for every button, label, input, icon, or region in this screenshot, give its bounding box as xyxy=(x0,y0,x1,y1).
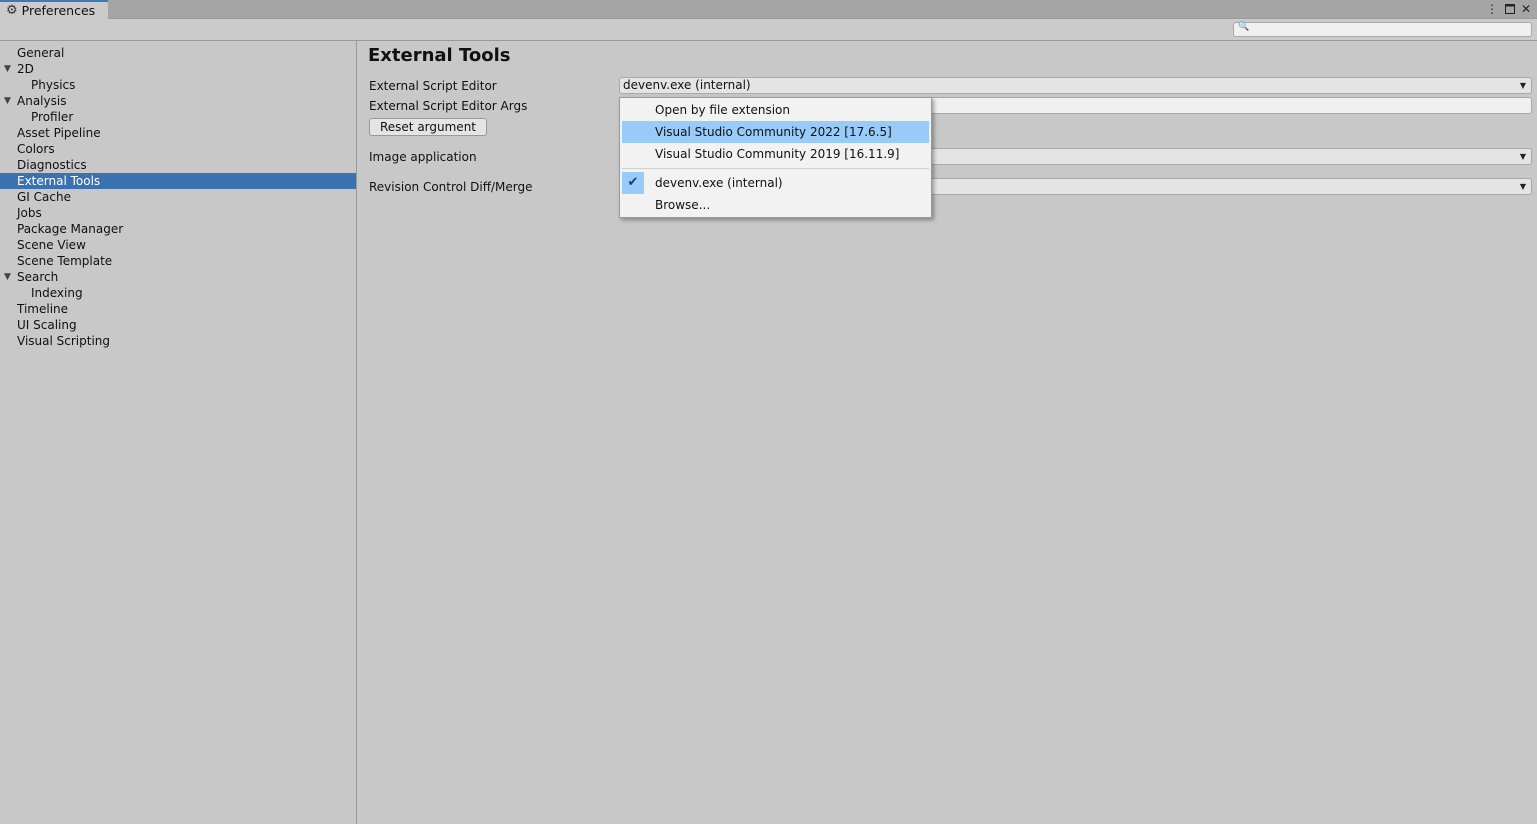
sidebar-item-label: Analysis xyxy=(17,94,67,108)
gear-icon: ⚙ xyxy=(6,3,18,18)
script-editor-popup-menu: Open by file extension Visual Studio Com… xyxy=(619,97,932,218)
sidebar-item-search[interactable]: ▼ Search xyxy=(0,269,356,285)
tab-title: Preferences xyxy=(21,3,96,18)
preferences-tab[interactable]: ⚙ Preferences xyxy=(0,0,108,19)
sidebar-item-indexing[interactable]: Indexing xyxy=(0,285,356,301)
sidebar-item-general[interactable]: General xyxy=(0,45,356,61)
external-script-editor-label: External Script Editor xyxy=(369,79,497,93)
sidebar-item-physics[interactable]: Physics xyxy=(0,77,356,93)
close-icon[interactable]: ✕ xyxy=(1518,1,1534,17)
sidebar-item-visual-scripting[interactable]: Visual Scripting xyxy=(0,333,356,349)
dropdown-value: devenv.exe (internal) xyxy=(623,78,751,92)
sidebar-item-label: Scene Template xyxy=(17,254,113,268)
menu-item-devenv-internal[interactable]: ✔ devenv.exe (internal) xyxy=(622,172,929,194)
window-titlebar: ⚙ Preferences ⋮ ✕ xyxy=(0,0,1537,19)
sidebar-item-label: General xyxy=(17,46,65,60)
menu-item-label: Visual Studio Community 2022 [17.6.5] xyxy=(655,125,892,139)
menu-separator xyxy=(622,168,929,169)
sidebar-item-package-manager[interactable]: Package Manager xyxy=(0,221,356,237)
image-application-label: Image application xyxy=(369,150,477,164)
sidebar-item-label: External Tools xyxy=(17,174,101,188)
menu-item-vs-2019[interactable]: Visual Studio Community 2019 [16.11.9] xyxy=(622,143,929,165)
sidebar-item-label: Colors xyxy=(17,142,55,156)
sidebar-item-diagnostics[interactable]: Diagnostics xyxy=(0,157,356,173)
dropdown-arrow-icon: ▼ xyxy=(1519,81,1526,90)
sidebar-item-gi-cache[interactable]: GI Cache xyxy=(0,189,356,205)
menu-item-label: Visual Studio Community 2019 [16.11.9] xyxy=(655,147,900,161)
external-script-editor-dropdown[interactable]: devenv.exe (internal) ▼ xyxy=(619,77,1532,94)
menu-item-open-by-file-extension[interactable]: Open by file extension xyxy=(622,99,929,121)
expand-caret-icon[interactable]: ▼ xyxy=(4,269,11,285)
sidebar-item-timeline[interactable]: Timeline xyxy=(0,301,356,317)
checkmark-icon: ✔ xyxy=(622,172,644,194)
sidebar-item-jobs[interactable]: Jobs xyxy=(0,205,356,221)
menu-item-label: Browse... xyxy=(655,198,711,212)
sidebar-item-profiler[interactable]: Profiler xyxy=(0,109,356,125)
search-input[interactable]: 🔍 xyxy=(1233,22,1532,37)
reset-argument-button[interactable]: Reset argument xyxy=(369,118,487,136)
dropdown-arrow-icon: ▼ xyxy=(1519,182,1526,191)
sidebar-item-label: Physics xyxy=(31,78,76,92)
sidebar-item-2d[interactable]: ▼ 2D xyxy=(0,61,356,77)
sidebar-item-scene-template[interactable]: Scene Template xyxy=(0,253,356,269)
sidebar-item-label: Asset Pipeline xyxy=(17,126,101,140)
external-script-editor-args-label: External Script Editor Args xyxy=(369,99,528,113)
sidebar-item-asset-pipeline[interactable]: Asset Pipeline xyxy=(0,125,356,141)
sidebar-item-label: Indexing xyxy=(31,286,83,300)
sidebar-item-scene-view[interactable]: Scene View xyxy=(0,237,356,253)
main-panel: External Tools External Script Editor de… xyxy=(358,41,1537,824)
dropdown-arrow-icon: ▼ xyxy=(1519,152,1526,161)
page-title: External Tools xyxy=(368,45,511,66)
menu-item-vs-2022[interactable]: Visual Studio Community 2022 [17.6.5] xyxy=(622,121,929,143)
menu-item-label: Open by file extension xyxy=(655,103,790,117)
search-icon: 🔍 xyxy=(1238,22,1250,32)
sidebar-item-label: Timeline xyxy=(17,302,69,316)
expand-caret-icon[interactable]: ▼ xyxy=(4,93,11,109)
toolbar: 🔍 xyxy=(0,19,1537,41)
sidebar-item-external-tools[interactable]: External Tools xyxy=(0,173,356,189)
sidebar-item-analysis[interactable]: ▼ Analysis xyxy=(0,93,356,109)
sidebar-item-label: GI Cache xyxy=(17,190,71,204)
sidebar-item-label: Scene View xyxy=(17,238,86,252)
sidebar-item-label: Profiler xyxy=(31,110,74,124)
sidebar-item-label: 2D xyxy=(17,62,34,76)
sidebar-item-label: UI Scaling xyxy=(17,318,77,332)
more-icon[interactable]: ⋮ xyxy=(1484,1,1500,17)
expand-caret-icon[interactable]: ▼ xyxy=(4,61,11,77)
revision-control-label: Revision Control Diff/Merge xyxy=(369,180,533,194)
sidebar-item-label: Search xyxy=(17,270,59,284)
sidebar-item-label: Jobs xyxy=(17,206,42,220)
sidebar-item-label: Visual Scripting xyxy=(17,334,110,348)
sidebar-item-colors[interactable]: Colors xyxy=(0,141,356,157)
sidebar-item-label: Package Manager xyxy=(17,222,124,236)
sidebar-item-ui-scaling[interactable]: UI Scaling xyxy=(0,317,356,333)
sidebar: General ▼ 2D Physics ▼ Analysis Profiler A… xyxy=(0,41,357,824)
maximize-icon[interactable] xyxy=(1502,1,1518,17)
sidebar-item-label: Diagnostics xyxy=(17,158,87,172)
menu-item-browse[interactable]: Browse... xyxy=(622,194,929,216)
menu-item-label: devenv.exe (internal) xyxy=(655,176,783,190)
